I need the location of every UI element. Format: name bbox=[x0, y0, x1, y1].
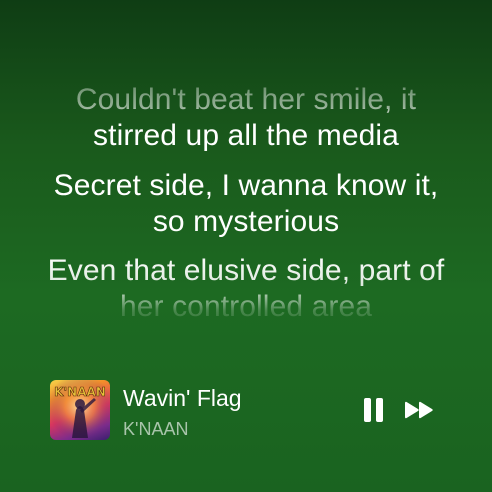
track-artist[interactable]: K'NAAN bbox=[123, 418, 242, 440]
playback-controls bbox=[362, 395, 436, 425]
track-info: Wavin' Flag K'NAAN bbox=[123, 384, 242, 440]
lyric-line-previous[interactable]: Couldn't beat her smile, it stirred up a… bbox=[36, 82, 456, 154]
now-playing-bar: K'NAAN Wavin' Flag K'NAAN bbox=[50, 380, 450, 440]
lyrics-panel: Couldn't beat her smile, it stirred up a… bbox=[0, 0, 492, 360]
skip-forward-icon bbox=[405, 401, 433, 419]
lyrics-widget: Couldn't beat her smile, it stirred up a… bbox=[0, 0, 492, 492]
pause-icon bbox=[364, 398, 383, 422]
album-art[interactable]: K'NAAN bbox=[50, 380, 110, 440]
lyric-line-next[interactable]: Even that elusive side, part of her cont… bbox=[36, 253, 456, 325]
album-art-image: K'NAAN bbox=[50, 380, 110, 440]
pause-button[interactable] bbox=[362, 395, 386, 425]
track-title[interactable]: Wavin' Flag bbox=[123, 384, 242, 412]
next-button[interactable] bbox=[402, 395, 436, 425]
lyric-line-current[interactable]: Secret side, I wanna know it, so mysteri… bbox=[36, 168, 456, 240]
album-art-logo: K'NAAN bbox=[54, 385, 106, 399]
